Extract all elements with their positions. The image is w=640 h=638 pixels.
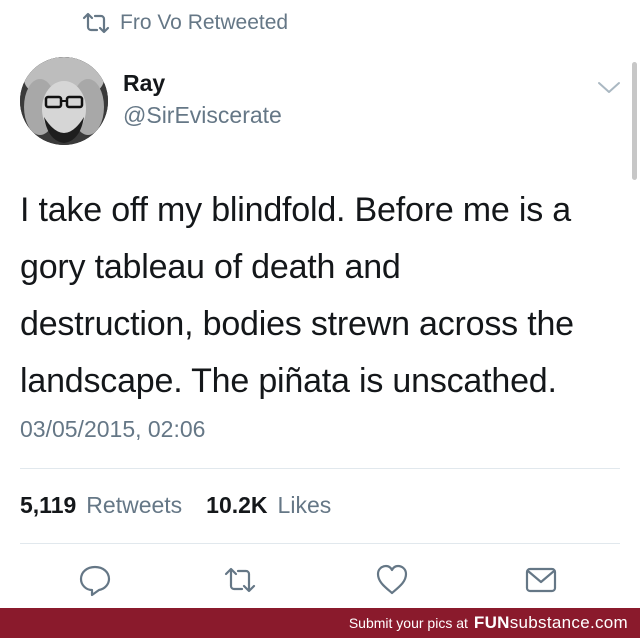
footer-brand-rest: substance <box>509 613 590 632</box>
divider <box>20 543 620 544</box>
reply-icon <box>79 565 111 597</box>
chevron-down-icon[interactable] <box>596 78 622 96</box>
tweet-line: I take off my blindfold. Before me is a <box>20 191 571 229</box>
likes-label[interactable]: Likes <box>278 492 332 519</box>
scrollbar[interactable] <box>632 62 637 180</box>
author-handle[interactable]: @SirEviscerate <box>123 102 282 129</box>
retweeted-by[interactable]: Fro Vo Retweeted <box>82 10 288 36</box>
footer-brand[interactable]: FUNsubstance.com <box>474 613 628 633</box>
tweet-line: destruction, bodies strewn across the <box>20 305 574 343</box>
tweet-stats: 5,119 Retweets 10.2K Likes <box>20 492 331 519</box>
retweet-button[interactable] <box>220 560 260 600</box>
retweet-icon <box>224 567 256 593</box>
action-bar <box>0 560 640 604</box>
heart-icon <box>376 564 408 595</box>
retweeted-by-text: Fro Vo Retweeted <box>120 11 289 34</box>
avatar[interactable] <box>20 57 108 145</box>
tweet-text: I take off my blindfold. Before me is a … <box>20 182 625 410</box>
footer-brand-bold: FUN <box>473 613 510 632</box>
like-button[interactable] <box>372 560 412 600</box>
divider <box>20 468 620 469</box>
footer-brand-tld: .com <box>589 613 628 632</box>
author-name[interactable]: Ray <box>123 70 165 97</box>
watermark-footer: Submit your pics at FUNsubstance.com <box>0 608 640 638</box>
footer-prefix: Submit your pics at <box>348 615 468 631</box>
direct-message-button[interactable] <box>521 560 561 600</box>
tweet-timestamp[interactable]: 03/05/2015, 02:06 <box>20 416 205 443</box>
reply-button[interactable] <box>75 560 115 600</box>
likes-count[interactable]: 10.2K <box>206 492 267 519</box>
retweets-count[interactable]: 5,119 <box>20 492 76 519</box>
message-icon <box>525 567 557 593</box>
tweet-line: gory tableau of death and <box>20 248 401 286</box>
tweet-line: landscape. The piñata is unscathed. <box>20 362 557 400</box>
retweet-icon <box>82 12 110 34</box>
retweets-label[interactable]: Retweets <box>86 492 182 519</box>
